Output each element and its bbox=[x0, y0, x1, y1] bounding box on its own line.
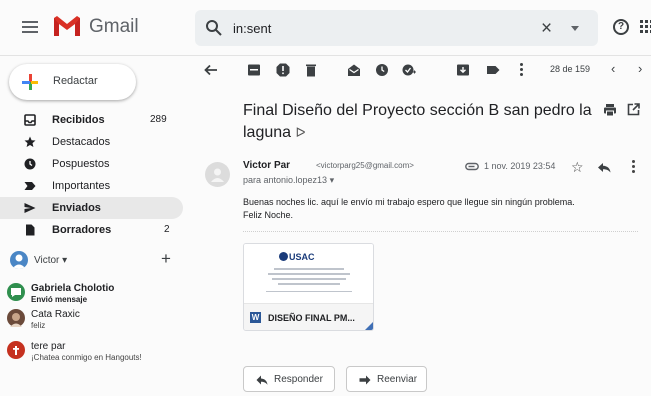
delete-icon[interactable] bbox=[304, 63, 318, 77]
hangouts-user: Victor ▾ + bbox=[10, 249, 182, 271]
contact-status: ¡Chatea conmigo en Hangouts! bbox=[31, 353, 142, 362]
message-body-line: Buenas noches lic. aquí le envío mi trab… bbox=[243, 197, 575, 207]
reply-button[interactable]: Responder bbox=[243, 366, 335, 392]
hangouts-user-name[interactable]: Victor ▾ bbox=[34, 255, 67, 266]
sidebar-item-label: Recibidos bbox=[52, 114, 105, 126]
hangouts-contact[interactable]: tere par ¡Chatea conmigo en Hangouts! bbox=[0, 341, 190, 369]
archive-icon[interactable] bbox=[247, 63, 261, 77]
recipient-details[interactable]: para antonio.lopez13 ▾ bbox=[243, 175, 334, 186]
gmail-logo-icon[interactable] bbox=[53, 15, 81, 37]
message-body-line: Feliz Noche. bbox=[243, 210, 294, 220]
reply-label: Responder bbox=[274, 374, 323, 385]
attachment-name: DISEÑO FINAL PM... bbox=[268, 313, 355, 323]
avatar bbox=[7, 283, 25, 301]
contact-status: feliz bbox=[31, 321, 46, 330]
contact-status: Envió mensaje bbox=[31, 295, 88, 304]
star-message-icon[interactable]: ☆ bbox=[571, 159, 584, 176]
sidebar-item-label: Destacados bbox=[52, 136, 111, 148]
avatar bbox=[7, 341, 25, 359]
sidebar-item-label: Borradores bbox=[52, 224, 112, 236]
top-bar: Gmail × ? bbox=[0, 0, 651, 56]
search-bar: × bbox=[195, 10, 598, 46]
clear-search-icon[interactable]: × bbox=[541, 18, 552, 40]
contact-name: Gabriela Cholotio bbox=[31, 283, 115, 294]
back-arrow-icon[interactable] bbox=[204, 63, 218, 77]
add-contact-icon[interactable]: + bbox=[161, 249, 171, 269]
newer-button[interactable]: › bbox=[638, 61, 642, 76]
search-input[interactable] bbox=[233, 19, 513, 37]
sidebar-item-label: Enviados bbox=[52, 202, 101, 214]
attachment-preview: USAC bbox=[244, 244, 373, 303]
compose-button[interactable]: Redactar bbox=[9, 64, 136, 100]
draft-icon bbox=[26, 224, 35, 236]
unread-count: 289 bbox=[150, 114, 167, 125]
main-menu-icon[interactable] bbox=[22, 21, 38, 33]
sidebar-item-label: Importantes bbox=[52, 180, 111, 192]
clock-icon bbox=[24, 158, 36, 170]
importance-marker-icon[interactable]: ᐅ bbox=[296, 125, 306, 140]
label-icon[interactable] bbox=[486, 63, 500, 77]
message-date: 1 nov. 2019 23:54 bbox=[484, 161, 556, 171]
search-icon[interactable] bbox=[205, 19, 223, 37]
avatar[interactable] bbox=[10, 251, 28, 269]
inbox-icon bbox=[24, 114, 36, 126]
compose-label: Redactar bbox=[53, 75, 98, 87]
help-icon[interactable]: ? bbox=[613, 19, 629, 35]
sender-name[interactable]: Victor Par bbox=[243, 160, 290, 171]
sidebar-item-important[interactable]: Importantes bbox=[0, 175, 183, 197]
draft-count: 2 bbox=[164, 224, 170, 235]
mark-unread-icon[interactable] bbox=[347, 63, 361, 77]
forward-button[interactable]: Reenviar bbox=[346, 366, 427, 392]
app-name: Gmail bbox=[89, 16, 139, 37]
attachment-indicator-icon bbox=[465, 162, 479, 171]
hangouts-contact[interactable]: Gabriela Cholotio Envió mensaje bbox=[0, 283, 190, 311]
message-more-icon[interactable] bbox=[632, 160, 636, 174]
attachment-preview-title: USAC bbox=[289, 252, 315, 262]
sidebar-item-drafts[interactable]: Borradores 2 bbox=[0, 219, 183, 241]
move-to-icon[interactable] bbox=[456, 63, 470, 77]
star-icon bbox=[24, 136, 36, 147]
snooze-icon[interactable] bbox=[375, 63, 389, 77]
reply-icon[interactable] bbox=[597, 162, 611, 173]
search-options-icon[interactable] bbox=[571, 26, 579, 31]
older-button[interactable]: ‹ bbox=[611, 61, 615, 76]
page-count: 28 de 159 bbox=[550, 64, 591, 74]
usac-seal-icon bbox=[279, 252, 288, 261]
report-spam-icon[interactable] bbox=[276, 63, 290, 77]
compose-plus-icon bbox=[22, 74, 38, 90]
sidebar-item-starred[interactable]: Destacados bbox=[0, 131, 183, 153]
open-new-window-icon[interactable] bbox=[627, 103, 640, 116]
add-to-tasks-icon[interactable] bbox=[402, 63, 416, 77]
forward-label: Reenviar bbox=[377, 374, 418, 385]
sidebar-item-snoozed[interactable]: Pospuestos bbox=[0, 153, 183, 175]
forward-icon bbox=[359, 375, 371, 385]
sidebar-item-inbox[interactable]: Recibidos 289 bbox=[0, 109, 183, 131]
sidebar-item-label: Pospuestos bbox=[52, 158, 110, 170]
more-actions-icon[interactable] bbox=[520, 63, 524, 77]
avatar bbox=[7, 309, 25, 327]
important-icon bbox=[24, 182, 36, 190]
sidebar-item-sent[interactable]: Enviados bbox=[0, 197, 183, 219]
sender-email: <victorparg25@gmail.com> bbox=[316, 161, 414, 170]
attachment-card[interactable]: USAC W DISEÑO FINAL PM... bbox=[243, 243, 374, 331]
sender-avatar[interactable] bbox=[205, 162, 230, 187]
message-subject: Final Diseño del Proyecto sección B san … bbox=[243, 100, 593, 144]
contact-name: tere par bbox=[31, 341, 66, 352]
contact-name: Cata Raxic bbox=[31, 309, 80, 320]
divider bbox=[243, 231, 638, 232]
message-toolbar: 28 de 159 ‹ › bbox=[192, 56, 651, 84]
send-icon bbox=[24, 203, 36, 213]
word-doc-icon: W bbox=[250, 312, 261, 323]
attachment-footer: W DISEÑO FINAL PM... bbox=[244, 303, 373, 330]
print-icon[interactable] bbox=[603, 103, 617, 117]
hangouts-contact[interactable]: Cata Raxic feliz bbox=[0, 309, 190, 337]
apps-grid-icon[interactable] bbox=[640, 20, 651, 34]
attachment-corner-icon bbox=[363, 320, 373, 330]
reply-icon bbox=[256, 375, 268, 385]
